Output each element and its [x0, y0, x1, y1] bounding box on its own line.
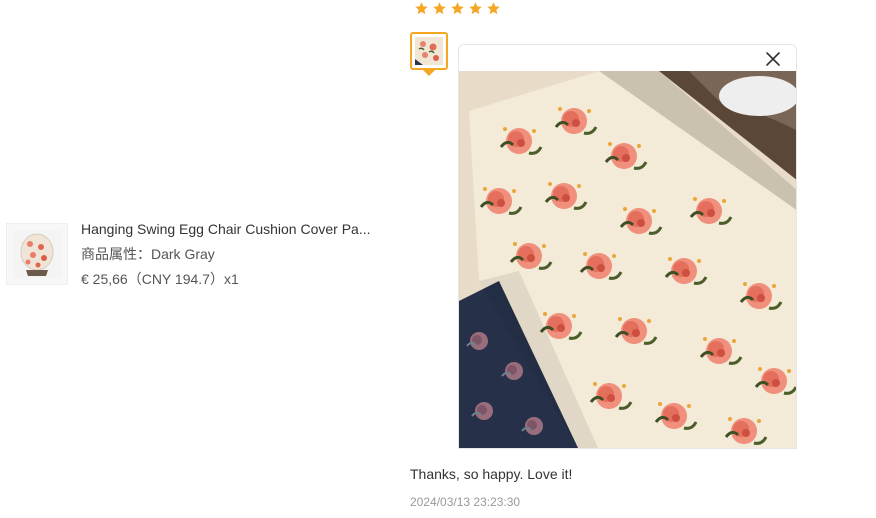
- thumbnail-pointer: [423, 70, 435, 76]
- review-text: Thanks, so happy. Love it!: [410, 466, 573, 482]
- star-icon: [415, 2, 428, 15]
- star-icon: [469, 2, 482, 15]
- product-price: € 25,66（CNY 194.7）x1: [81, 271, 239, 287]
- star-icon: [451, 2, 464, 15]
- photo-thumbnail-icon: [415, 37, 443, 65]
- product-attribute: 商品属性：Dark Gray: [81, 246, 215, 262]
- product-title[interactable]: Hanging Swing Egg Chair Cushion Cover Pa…: [81, 217, 381, 242]
- product-summary: Hanging Swing Egg Chair Cushion Cover Pa…: [6, 221, 386, 293]
- review-photo-thumbnail[interactable]: [410, 32, 448, 70]
- photo-viewer: [458, 44, 797, 449]
- star-icon: [487, 2, 500, 15]
- rating-stars: [414, 1, 501, 16]
- review-photo: [459, 71, 796, 448]
- product-thumbnail[interactable]: [6, 223, 68, 285]
- floral-fabric-photo: [459, 71, 796, 448]
- star-icon: [433, 2, 446, 15]
- close-icon[interactable]: [764, 50, 782, 68]
- product-info: Hanging Swing Egg Chair Cushion Cover Pa…: [81, 217, 381, 292]
- review-date: 2024/03/13 23:23:30: [410, 495, 521, 509]
- review-page: Hanging Swing Egg Chair Cushion Cover Pa…: [0, 0, 876, 518]
- floral-cushion-icon: [13, 230, 61, 278]
